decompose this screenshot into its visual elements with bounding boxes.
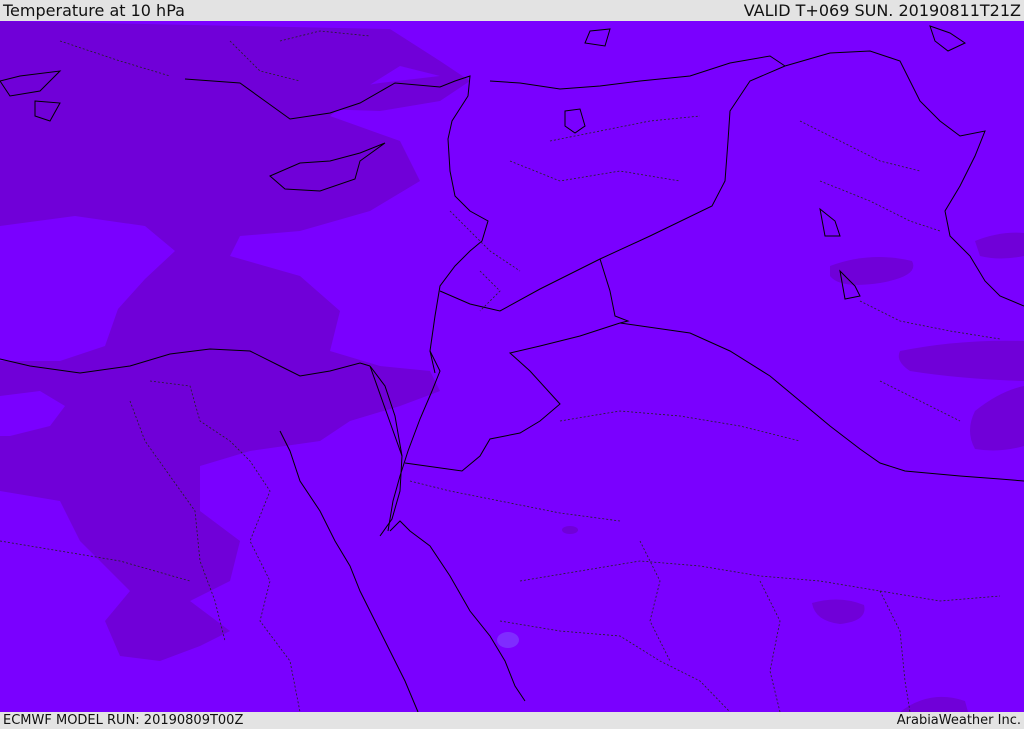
temperature-map-svg [0,21,1024,712]
header-bar: Temperature at 10 hPa VALID T+069 SUN. 2… [0,0,1024,21]
footer-bar: ECMWF MODEL RUN: 20190809T00Z ArabiaWeat… [0,712,1024,729]
model-run-label: ECMWF MODEL RUN: 20190809T00Z [3,713,244,728]
weather-map[interactable] [0,21,1024,712]
temperature-spot-cool [497,632,519,648]
credit-label: ArabiaWeather Inc. [896,713,1021,728]
map-title: Temperature at 10 hPa [3,1,185,20]
valid-time-label: VALID T+069 SUN. 20190811T21Z [743,1,1021,20]
temperature-spot [562,526,578,534]
